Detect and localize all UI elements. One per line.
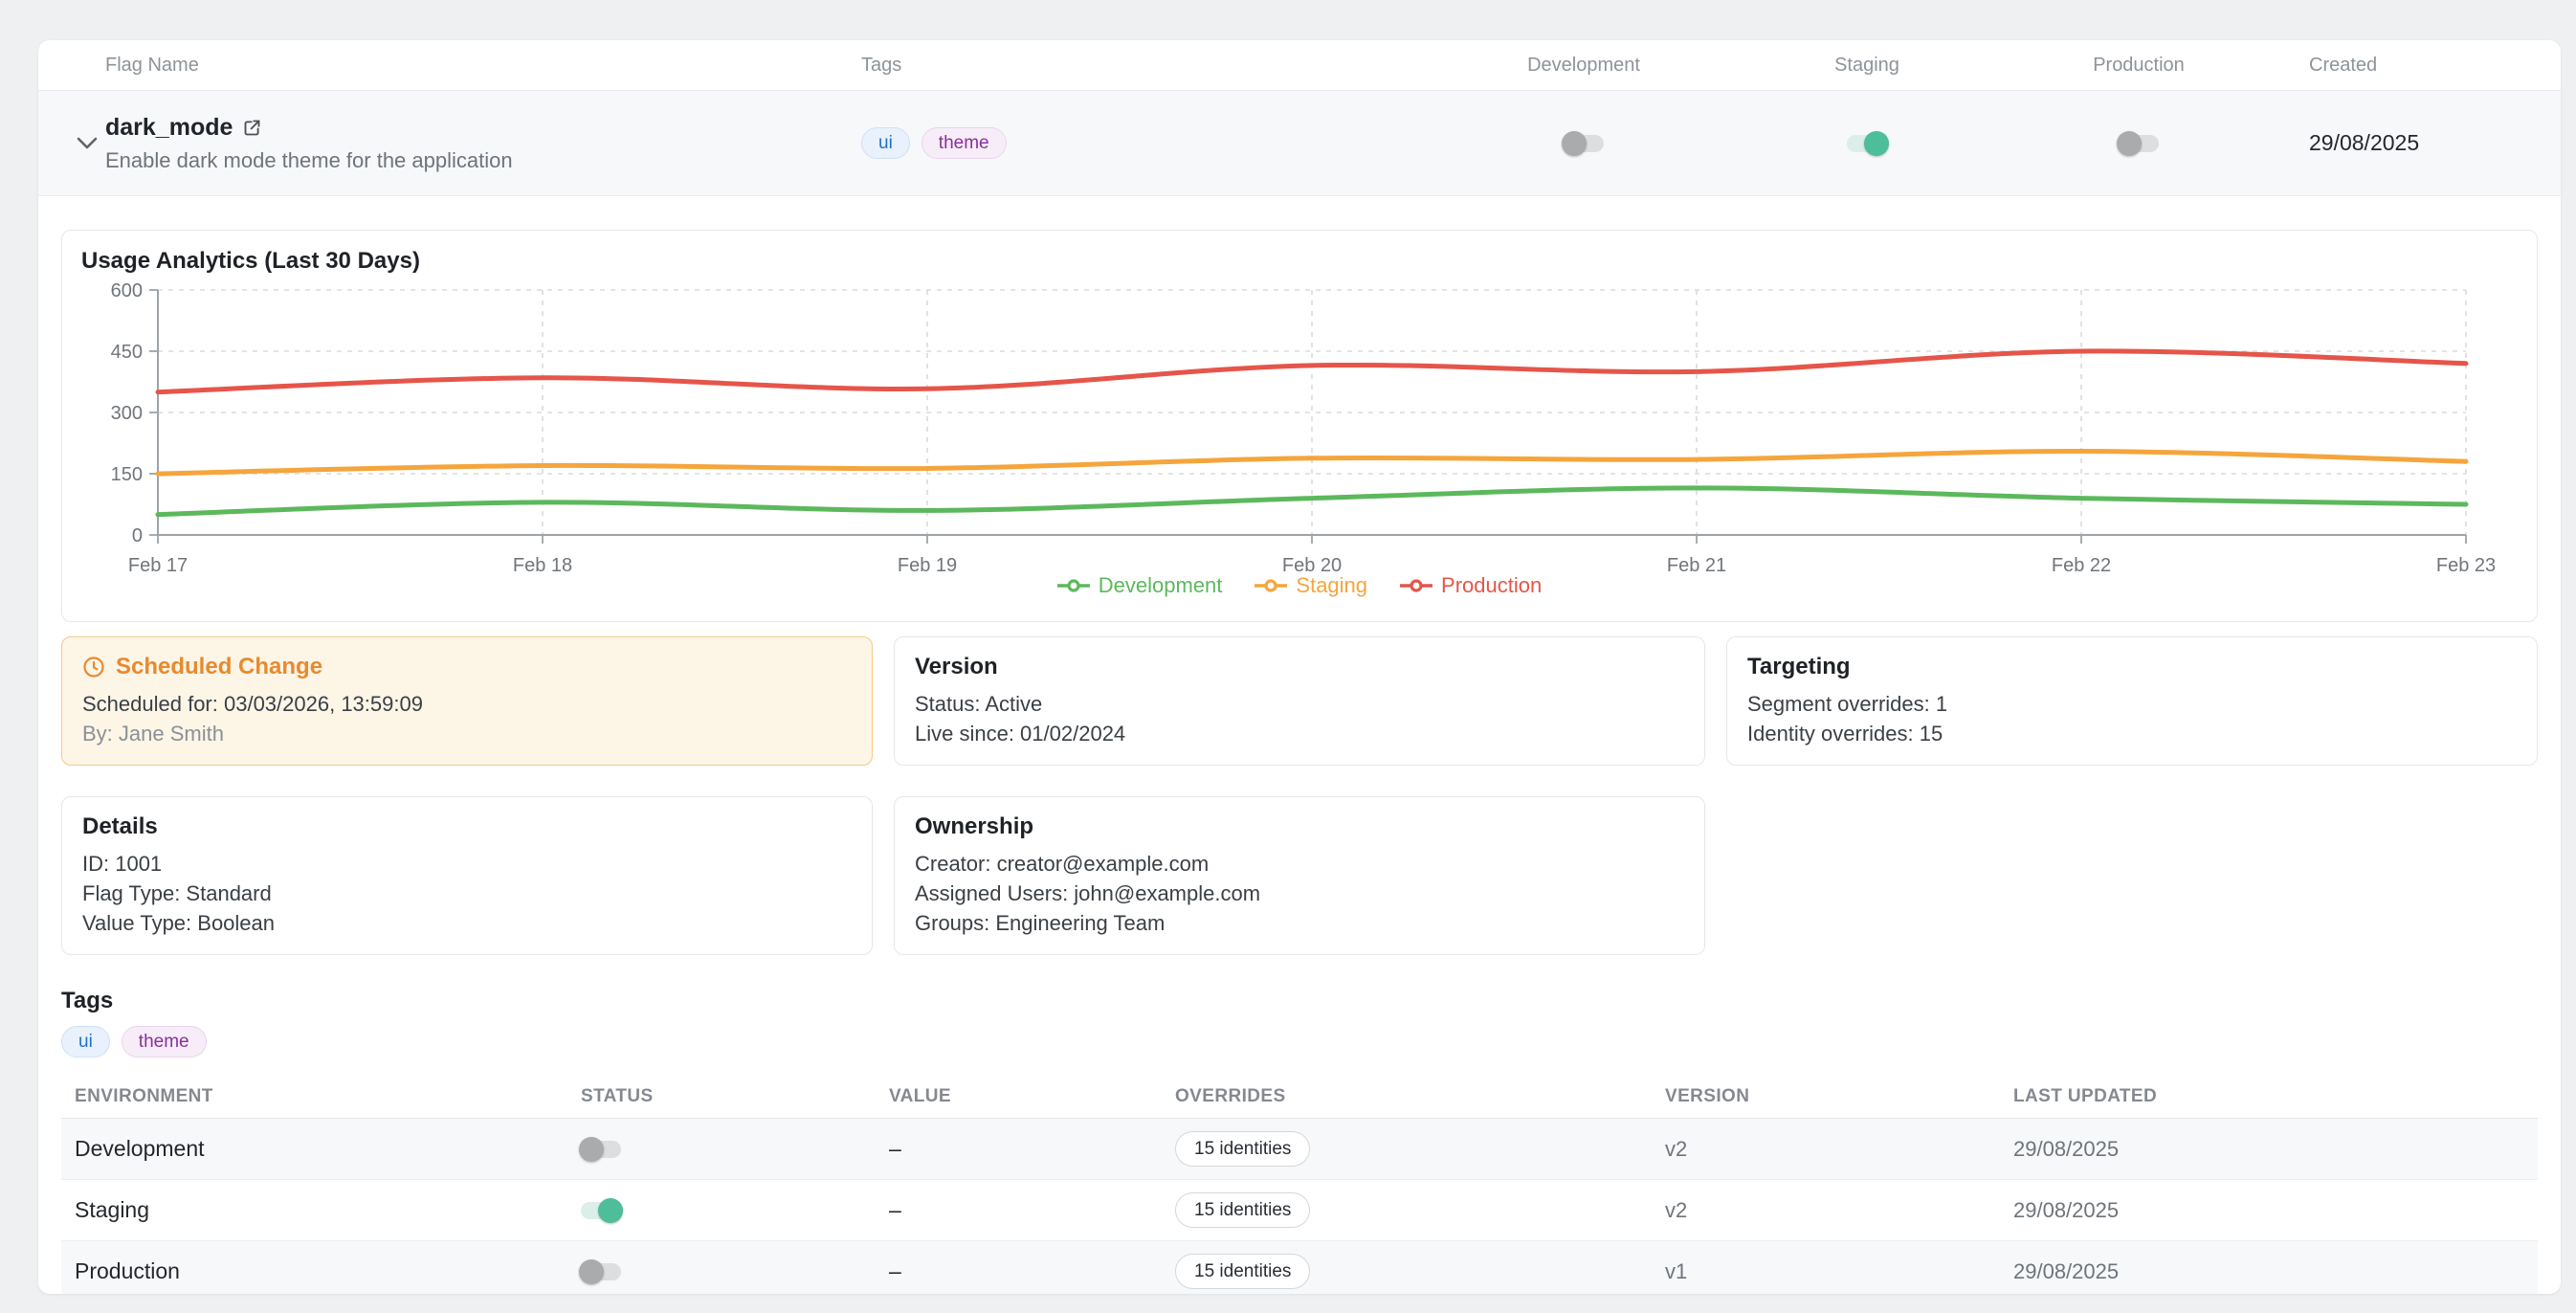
toggle-knob [2117, 131, 2142, 156]
ownership-title: Ownership [915, 813, 1684, 840]
svg-text:150: 150 [111, 464, 143, 485]
flag-detail-card: Flag Name Tags Development Staging Produ… [38, 40, 2561, 1294]
env-col-1: STATUS [581, 1086, 889, 1107]
chart-legend: Development Staging Production [62, 573, 2537, 598]
env-last-updated: 29/08/2025 [2013, 1259, 2534, 1284]
legend-marker-icon [1255, 579, 1287, 592]
value-type: Value Type: Boolean [82, 908, 852, 938]
groups: Groups: Engineering Team [915, 908, 1684, 938]
legend-marker-icon [1400, 579, 1432, 592]
env-status-toggle-staging[interactable] [581, 1202, 621, 1219]
version-title: Version [915, 654, 1684, 680]
env-version: v2 [1665, 1198, 2013, 1223]
expand-row-button[interactable] [38, 135, 105, 152]
environments-table-header: ENVIRONMENTSTATUSVALUEOVERRIDESVERSIONLA… [61, 1086, 2538, 1119]
scheduled-change-title: Scheduled Change [116, 654, 322, 680]
identity-overrides: Identity overrides: 15 [1747, 719, 2517, 748]
tags-section-title: Tags [61, 988, 2538, 1014]
flag-id: ID: 1001 [82, 849, 852, 879]
toggle-knob [579, 1137, 604, 1162]
details-title: Details [82, 813, 852, 840]
env-row-staging: Staging –15 identities v229/08/2025 [61, 1180, 2538, 1241]
svg-text:300: 300 [111, 403, 143, 424]
version-live-since: Live since: 01/02/2024 [915, 719, 1684, 748]
ownership-panel: Ownership Creator: creator@example.com A… [894, 796, 1705, 955]
col-production: Production [2021, 55, 2256, 77]
created-date: 29/08/2025 [2256, 130, 2561, 156]
flag-table-header: Flag Name Tags Development Staging Produ… [38, 40, 2561, 91]
environments-table: ENVIRONMENTSTATUSVALUEOVERRIDESVERSIONLA… [61, 1086, 2538, 1294]
development-toggle[interactable] [1564, 135, 1604, 152]
env-name: Development [61, 1136, 581, 1162]
legend-item-production[interactable]: Production [1400, 573, 1542, 598]
env-name: Production [61, 1258, 581, 1284]
chevron-down-icon [75, 135, 100, 152]
assigned-users: Assigned Users: john@example.com [915, 879, 1684, 908]
tag-pill-theme[interactable]: theme [922, 127, 1007, 159]
env-value: – [889, 1136, 1175, 1162]
flag-row: dark_mode Enable dark mode theme for the… [38, 91, 2561, 196]
svg-text:0: 0 [132, 525, 143, 546]
env-version: v2 [1665, 1137, 2013, 1162]
scheduled-change-panel: Scheduled Change Scheduled for: 03/03/20… [61, 636, 873, 766]
flag-detail-section: Usage Analytics (Last 30 Days) 015030045… [38, 230, 2561, 1294]
flag-name[interactable]: dark_mode [105, 114, 861, 142]
env-name: Staging [61, 1197, 581, 1223]
flag-type: Flag Type: Standard [82, 879, 852, 908]
version-status: Status: Active [915, 689, 1684, 719]
col-tags: Tags [861, 55, 1455, 77]
tags-section: Tags uitheme [61, 988, 2538, 1057]
staging-toggle[interactable] [1847, 135, 1887, 152]
toggle-knob [579, 1259, 604, 1284]
identities-overrides-button[interactable]: 15 identities [1175, 1254, 1310, 1289]
targeting-title: Targeting [1747, 654, 2517, 680]
env-last-updated: 29/08/2025 [2013, 1137, 2534, 1162]
svg-text:450: 450 [111, 342, 143, 363]
col-development: Development [1455, 55, 1713, 77]
env-status-toggle-development[interactable] [581, 1141, 621, 1158]
env-row-development: Development –15 identities v229/08/2025 [61, 1119, 2538, 1180]
flag-description: Enable dark mode theme for the applicati… [105, 148, 861, 173]
production-toggle[interactable] [2119, 135, 2159, 152]
tag-pill-ui[interactable]: ui [61, 1026, 110, 1057]
tags-list: uitheme [61, 1026, 2538, 1057]
tag-pill-ui[interactable]: ui [861, 127, 910, 159]
segment-overrides: Segment overrides: 1 [1747, 689, 2517, 719]
env-col-3: OVERRIDES [1175, 1086, 1665, 1107]
col-flag-name: Flag Name [105, 55, 861, 77]
external-link-icon[interactable] [242, 118, 262, 138]
version-panel: Version Status: Active Live since: 01/02… [894, 636, 1705, 766]
env-value: – [889, 1258, 1175, 1284]
legend-item-staging[interactable]: Staging [1255, 573, 1367, 598]
legend-item-development[interactable]: Development [1057, 573, 1223, 598]
toggle-knob [1562, 131, 1587, 156]
usage-analytics-panel: Usage Analytics (Last 30 Days) 015030045… [61, 230, 2538, 622]
env-col-0: ENVIRONMENT [61, 1086, 581, 1107]
legend-marker-icon [1057, 579, 1090, 592]
toggle-knob [598, 1198, 623, 1223]
flag-tags: uitheme [861, 127, 1455, 159]
col-staging: Staging [1713, 55, 2021, 77]
scheduled-for: Scheduled for: 03/03/2026, 13:59:09 [82, 689, 852, 719]
scheduled-by: By: Jane Smith [82, 719, 852, 748]
svg-text:600: 600 [111, 280, 143, 301]
env-col-4: VERSION [1665, 1086, 2013, 1107]
env-status-toggle-production[interactable] [581, 1263, 621, 1280]
details-panel: Details ID: 1001 Flag Type: Standard Val… [61, 796, 873, 955]
identities-overrides-button[interactable]: 15 identities [1175, 1131, 1310, 1167]
clock-icon [82, 656, 105, 679]
usage-analytics-chart: 0150300450600Feb 17Feb 18Feb 19Feb 20Feb… [81, 267, 2518, 583]
env-col-2: VALUE [889, 1086, 1175, 1107]
col-created: Created [2256, 55, 2561, 77]
tag-pill-theme[interactable]: theme [122, 1026, 207, 1057]
env-row-production: Production –15 identities v129/08/2025 [61, 1241, 2538, 1294]
env-value: – [889, 1197, 1175, 1223]
creator: Creator: creator@example.com [915, 849, 1684, 879]
targeting-panel: Targeting Segment overrides: 1 Identity … [1726, 636, 2538, 766]
toggle-knob [1864, 131, 1889, 156]
env-last-updated: 29/08/2025 [2013, 1198, 2534, 1223]
env-version: v1 [1665, 1259, 2013, 1284]
identities-overrides-button[interactable]: 15 identities [1175, 1192, 1310, 1228]
env-col-5: LAST UPDATED [2013, 1086, 2534, 1107]
